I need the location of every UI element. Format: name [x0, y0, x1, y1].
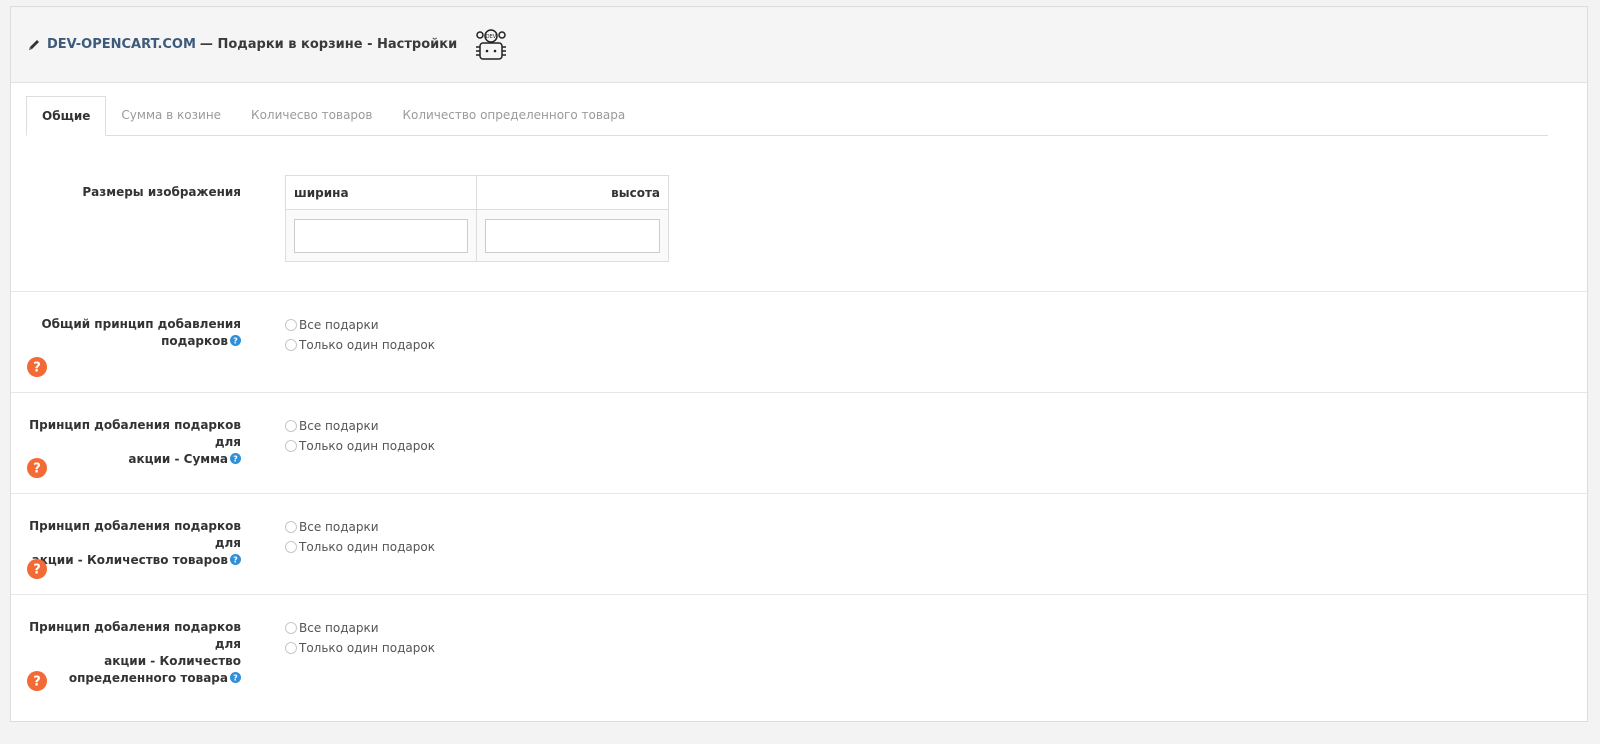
svg-text:?: ?: [233, 337, 238, 346]
width-header: ширина: [285, 175, 477, 210]
width-cell: [285, 209, 477, 262]
svg-text:?: ?: [233, 455, 238, 464]
radio-button[interactable]: [285, 440, 297, 452]
radio-option[interactable]: Только один подарок: [285, 335, 435, 355]
radio-button[interactable]: [285, 319, 297, 331]
label-line: Принцип добаления подарков для: [29, 418, 241, 449]
help-icon[interactable]: ?: [27, 559, 47, 579]
radio-button[interactable]: [285, 541, 297, 553]
page-title: — Подарки в корзине - Настройки: [199, 37, 458, 52]
radio-label: Все подарки: [299, 621, 379, 635]
radio-label: Только один подарок: [299, 338, 435, 352]
radio-option[interactable]: Только один подарок: [285, 436, 435, 456]
tab-cart-sum[interactable]: Сумма в козине: [106, 96, 236, 135]
settings-panel: DEV-OPENCART.COM — Подарки в корзине - Н…: [10, 6, 1589, 722]
tab-product-count[interactable]: Количесво товаров: [236, 96, 387, 135]
radio-option[interactable]: Все подарки: [285, 618, 435, 638]
info-icon[interactable]: ?: [230, 554, 241, 565]
radio-group-general: Все подарки Только один подарок: [285, 315, 435, 355]
radio-option[interactable]: Все подарки: [285, 517, 435, 537]
radio-label: Все подарки: [299, 318, 379, 332]
radio-button[interactable]: [285, 339, 297, 351]
radio-option[interactable]: Только один подарок: [285, 537, 435, 557]
image-size-table: ширина высота: [285, 175, 669, 262]
divider: [11, 493, 1589, 494]
pencil-icon: [27, 38, 41, 52]
radio-option[interactable]: Только один подарок: [285, 638, 435, 658]
info-icon[interactable]: ?: [230, 672, 241, 683]
tab-bar: Общие Сумма в козине Количесво товаров К…: [26, 96, 1548, 136]
radio-label: Только один подарок: [299, 641, 435, 655]
divider: [11, 594, 1589, 595]
label-line: акции - Количество: [104, 654, 241, 668]
radio-label: Все подарки: [299, 419, 379, 433]
svg-text:?: ?: [33, 462, 41, 477]
svg-text:?: ?: [233, 556, 238, 565]
divider: [11, 291, 1589, 292]
radio-label: Все подарки: [299, 520, 379, 534]
label-line-text: акции - Количество товаров: [31, 553, 228, 567]
image-size-label: Размеры изображения: [82, 185, 241, 199]
svg-text:?: ?: [233, 674, 238, 683]
radio-button[interactable]: [285, 642, 297, 654]
help-icon[interactable]: ?: [27, 671, 47, 691]
label-line: Общий принцип добавления: [41, 317, 241, 331]
label-line: подарков?: [41, 333, 241, 350]
image-height-input[interactable]: [485, 218, 660, 253]
radio-button[interactable]: [285, 622, 297, 634]
svg-text:?: ?: [33, 675, 41, 690]
radio-label: Только один подарок: [299, 540, 435, 554]
svg-text:?: ?: [33, 563, 41, 578]
info-icon[interactable]: ?: [230, 335, 241, 346]
radio-group-sum: Все подарки Только один подарок: [285, 416, 435, 456]
tab-general[interactable]: Общие: [26, 96, 107, 136]
help-icon[interactable]: ?: [27, 458, 47, 478]
panel-heading: DEV-OPENCART.COM — Подарки в корзине - Н…: [11, 7, 1587, 83]
label-line-text: определенного товара: [68, 671, 228, 685]
radio-group-specific-product: Все подарки Только один подарок: [285, 618, 435, 658]
radio-button[interactable]: [285, 420, 297, 432]
tab-specific-product-count[interactable]: Количество определенного товара: [387, 96, 640, 135]
radio-group-product-count: Все подарки Только один подарок: [285, 517, 435, 557]
dev-logo-icon: DEV: [471, 25, 511, 65]
svg-text:?: ?: [33, 361, 41, 376]
radio-option[interactable]: Все подарки: [285, 315, 435, 335]
help-icon[interactable]: ?: [27, 357, 47, 377]
radio-button[interactable]: [285, 521, 297, 533]
radio-option[interactable]: Все подарки: [285, 416, 435, 436]
height-header: высота: [476, 175, 669, 210]
setting-label-general: Общий принцип добавления подарков?: [41, 316, 241, 350]
divider: [11, 392, 1589, 393]
svg-text:DEV: DEV: [486, 34, 497, 40]
brand-title: DEV-OPENCART.COM: [47, 37, 196, 52]
label-line: Принцип добаления подарков для: [29, 620, 241, 651]
label-line-text: подарков: [161, 334, 228, 348]
radio-label: Только один подарок: [299, 439, 435, 453]
image-width-input[interactable]: [294, 218, 468, 253]
label-line-text: акции - Сумма: [128, 452, 228, 466]
height-cell: [476, 209, 669, 262]
label-line: Принцип добаления подарков для: [29, 519, 241, 550]
info-icon[interactable]: ?: [230, 453, 241, 464]
